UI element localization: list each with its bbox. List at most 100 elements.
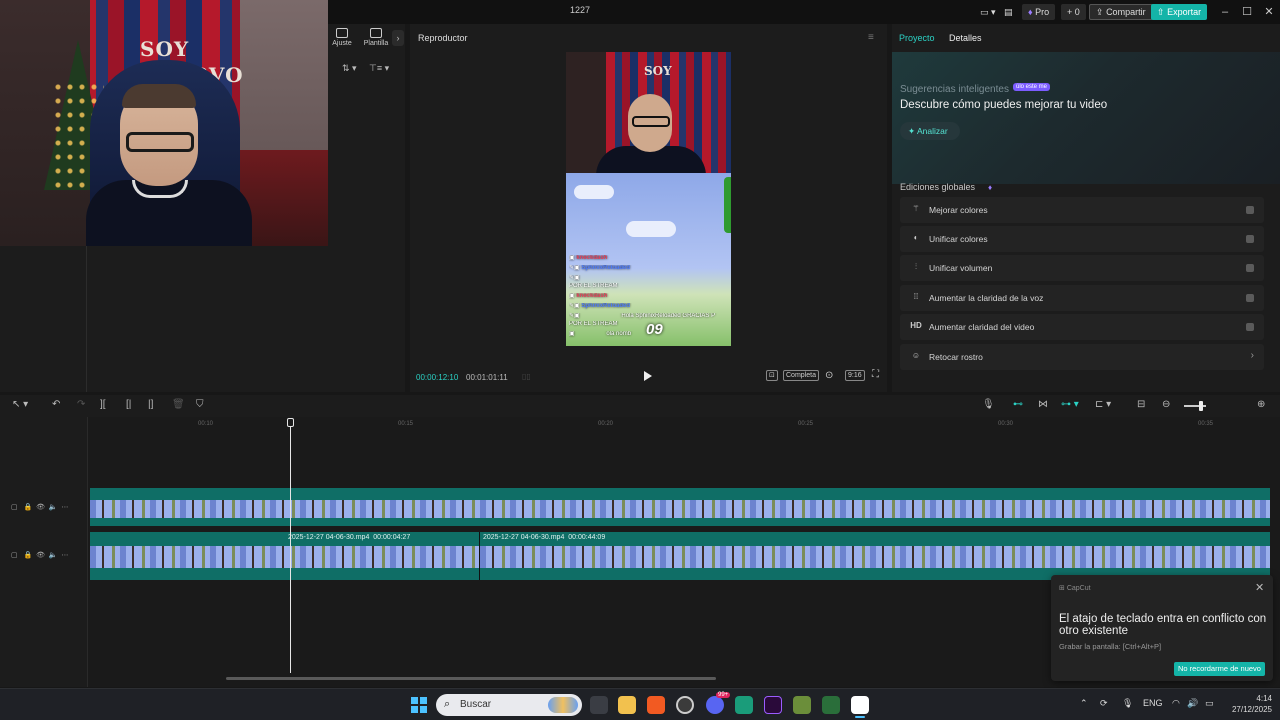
filter-icon[interactable]: ⊤≡ ▾ [369, 63, 389, 74]
cover-icon[interactable]: ▢ [11, 552, 18, 559]
language-indicator[interactable]: ENG [1143, 698, 1163, 708]
microphone-icon[interactable]: 🎙 [982, 399, 995, 410]
analyze-button[interactable]: ✦ Analizar [900, 122, 960, 140]
redo-icon[interactable]: ↷ [77, 399, 85, 410]
cover-icon[interactable]: ▢ [11, 504, 18, 511]
option-enhance-colors[interactable]: ⚚ Mejorar colores [900, 197, 1264, 223]
sync-icon[interactable]: ⟳ [1100, 698, 1108, 709]
trim-left-icon[interactable]: [| [126, 399, 131, 410]
zoom-slider-handle[interactable] [1199, 401, 1203, 411]
microphone-icon[interactable]: 🎙 [1122, 698, 1133, 709]
clip-boundary[interactable] [479, 532, 480, 580]
option-toggle[interactable] [1246, 206, 1254, 214]
caption-icon[interactable]: ⊟ [1137, 399, 1145, 410]
premiere-icon[interactable] [764, 696, 782, 714]
zoom-in-icon[interactable]: ⊕ [1257, 399, 1265, 410]
chevron-right-icon[interactable]: › [392, 30, 404, 46]
delete-icon[interactable]: 🗑 [172, 399, 185, 410]
pro-button[interactable]: ♦ Pro [1022, 4, 1056, 20]
cloud [626, 221, 676, 237]
player-panel: Reproductor ≡ SOY ▣ kneckdash ✎▣ Sphinix… [410, 24, 887, 392]
github-icon[interactable] [676, 696, 694, 714]
hamburger-icon[interactable]: ≡ [868, 32, 874, 43]
file-explorer-icon[interactable] [618, 696, 636, 714]
option-label: Retocar rostro [929, 352, 983, 362]
credits-button[interactable]: + 0 [1061, 4, 1086, 20]
minimize-icon[interactable]: – [1215, 3, 1235, 21]
volume-icon[interactable]: 🔊 [1187, 698, 1198, 709]
minecraft-icon[interactable] [793, 696, 811, 714]
lock-icon[interactable]: 🔒 [23, 504, 32, 511]
link-icon[interactable]: ⊷ [1013, 399, 1023, 410]
split-icon[interactable]: ][ [100, 399, 106, 410]
cursor-icon[interactable]: ↖ ▾ [12, 399, 28, 410]
close-icon[interactable]: ✕ [1255, 581, 1264, 594]
discord-icon[interactable] [706, 696, 724, 714]
option-toggle[interactable] [1246, 323, 1254, 331]
ruler-tick: 00:35 [1198, 421, 1214, 427]
video-track-main[interactable]: 2025-12-27 04-06-30.mp4 00:00:04:27 2025… [90, 532, 1270, 580]
undo-icon[interactable]: ↶ [52, 399, 60, 410]
search-placeholder: Buscar [460, 699, 492, 710]
snapshot-icon[interactable]: ⊙ [825, 370, 833, 381]
export-button[interactable]: ⇧ Exportar [1151, 4, 1208, 20]
trim-icon[interactable]: ⊡ [766, 370, 778, 381]
search-box[interactable]: ⌕ Buscar [436, 694, 582, 716]
more-icon[interactable]: ⋯ [61, 552, 68, 559]
play-icon[interactable] [644, 371, 652, 381]
volume-icon[interactable]: 🔈 [49, 504, 58, 511]
preview-axis-icon[interactable]: ⊏ ▾ [1095, 399, 1111, 410]
option-video-clarity[interactable]: HD Aumentar claridad del video [900, 314, 1264, 340]
clock[interactable]: 4:14 27/12/2025 [1224, 693, 1272, 715]
clip-label: 2025-12-27 04-06-30.mp4 00:00:44:09 [483, 534, 605, 541]
chat-app-icon[interactable] [735, 696, 753, 714]
more-icon[interactable]: ⋯ [61, 504, 68, 511]
eye-icon[interactable]: 👁 [36, 504, 45, 511]
game-icon[interactable] [822, 696, 840, 714]
task-view-icon[interactable] [590, 696, 608, 714]
playhead[interactable] [290, 418, 291, 673]
trim-right-icon[interactable]: |] [148, 399, 153, 410]
timeline-scrollbar[interactable] [226, 677, 716, 680]
ratio-select[interactable]: 9:16 [845, 370, 865, 381]
tab-details[interactable]: Detalles [949, 33, 982, 43]
option-unify-volume[interactable]: ⫶ Unificar volumen [900, 255, 1264, 281]
volume-icon[interactable]: 🔈 [49, 552, 58, 559]
dont-remind-button[interactable]: No recordarme de nuevo [1174, 662, 1265, 676]
shield-icon[interactable]: ⛉ [196, 399, 204, 410]
option-toggle[interactable] [1246, 235, 1254, 243]
preview-game: ▣ kneckdash ✎▣ SphinixReloaded ✎▣ POR EL… [566, 173, 731, 346]
hd-icon: HD [910, 321, 922, 330]
capcut-icon[interactable] [851, 696, 869, 714]
chat-user: SphinixReloaded [581, 303, 631, 309]
option-unify-colors[interactable]: ◐ Unificar colores [900, 226, 1264, 252]
battery-icon[interactable]: ▭ [1205, 698, 1214, 709]
zoom-out-icon[interactable]: ⊖ [1162, 399, 1170, 410]
sort-icon[interactable]: ⇅ ▾ [342, 63, 357, 74]
option-toggle[interactable] [1246, 264, 1254, 272]
snap-icon[interactable]: ⊶ ▾ [1061, 399, 1079, 410]
tool-adjust[interactable]: Ajuste [325, 28, 359, 47]
magnet-icon[interactable]: ⋈ [1038, 399, 1048, 410]
wifi-icon[interactable]: ◠ [1172, 698, 1180, 709]
option-retouch-face[interactable]: ☺ Retocar rostro › [900, 344, 1264, 370]
option-toggle[interactable] [1246, 294, 1254, 302]
chevron-up-icon[interactable]: ⌃ [1080, 698, 1088, 709]
maximize-icon[interactable]: ☐ [1237, 3, 1257, 21]
close-icon[interactable]: ✕ [1259, 3, 1279, 21]
tool-templates[interactable]: Plantilla [359, 28, 393, 47]
tab-project[interactable]: Proyecto [899, 33, 935, 43]
lock-icon[interactable]: 🔒 [23, 552, 32, 559]
share-button[interactable]: ⇪ Compartir [1089, 4, 1153, 20]
eye-icon[interactable]: 👁 [36, 552, 45, 559]
quality-select[interactable]: Completa [783, 370, 819, 381]
video-preview[interactable]: SOY ▣ kneckdash ✎▣ SphinixReloaded ✎▣ PO… [566, 52, 731, 346]
menu-icon[interactable]: ▤ [998, 4, 1019, 20]
playhead-handle[interactable] [287, 418, 294, 427]
video-track-overlay[interactable] [90, 488, 1270, 526]
brave-icon[interactable] [647, 696, 665, 714]
compare-icon[interactable]: ▯▯ [522, 372, 531, 381]
windows-start-icon[interactable] [411, 697, 427, 713]
fullscreen-icon[interactable]: ⛶ [872, 369, 879, 380]
option-voice-clarity[interactable]: ⁞⁞ Aumentar la claridad de la voz [900, 285, 1264, 311]
